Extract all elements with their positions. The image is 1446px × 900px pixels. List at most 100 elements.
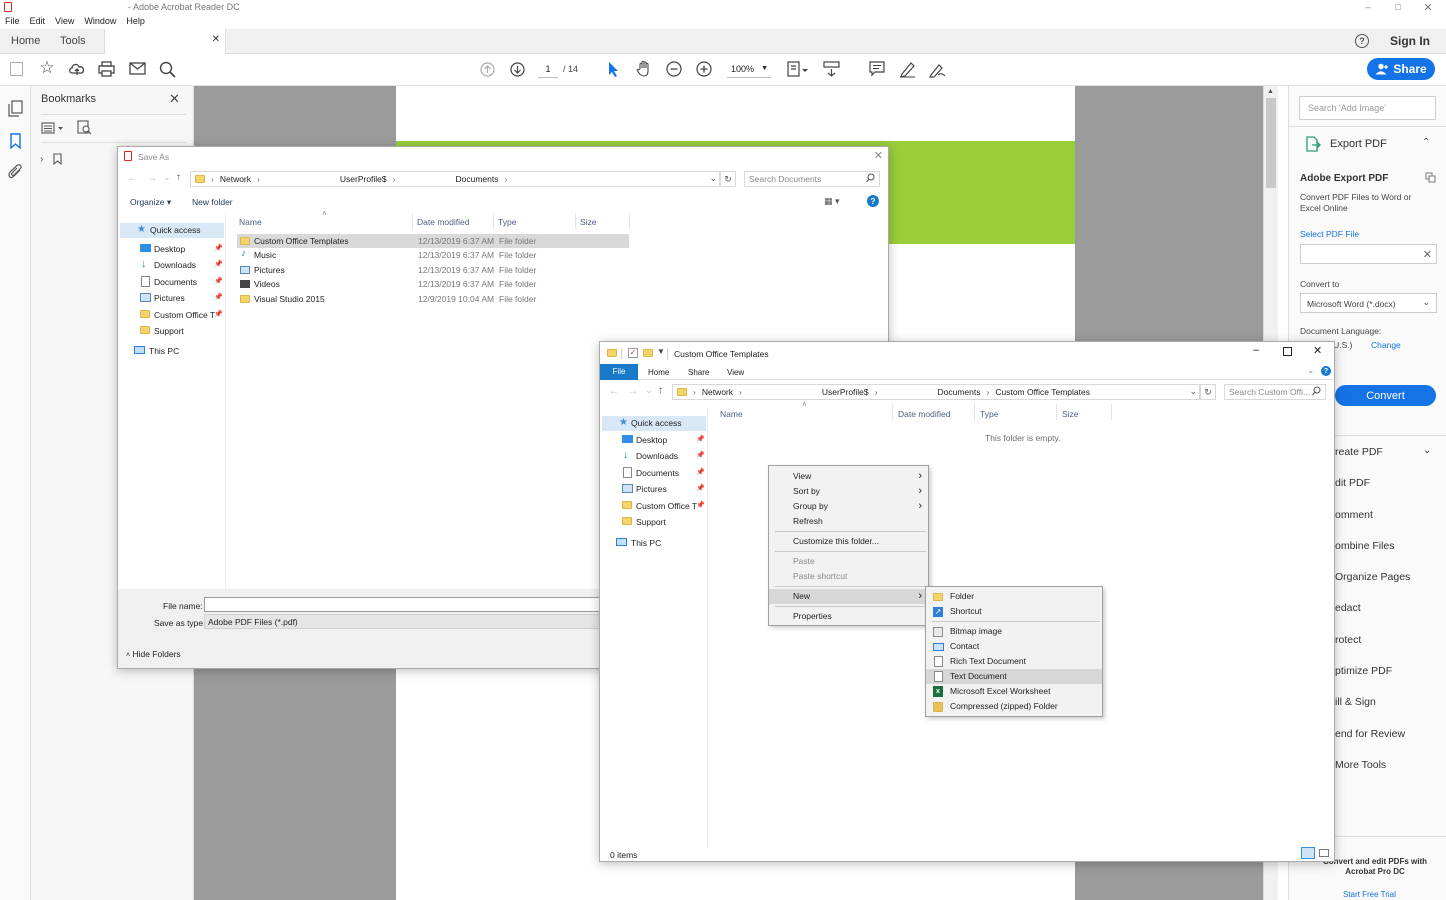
dropdown-icon[interactable]: ⌄ (163, 172, 171, 183)
menu-file[interactable]: File (5, 16, 20, 26)
next-page-icon[interactable] (510, 62, 525, 77)
menu-edit[interactable]: Edit (30, 16, 46, 26)
minimize-icon[interactable]: – (1253, 344, 1259, 356)
convert-button[interactable]: Convert (1335, 385, 1436, 406)
change-language-link[interactable]: Change (1371, 340, 1401, 350)
new-zip-item[interactable]: Compressed (zipped) Folder (926, 699, 1102, 714)
chevron-down-icon[interactable]: ⌄ (1189, 386, 1197, 397)
dropdown-icon[interactable]: ⌄ (645, 385, 653, 396)
selected-file-field[interactable]: ✕ (1300, 244, 1437, 264)
pin-icon[interactable]: 📌 (214, 293, 223, 301)
new-excel-item[interactable]: x Microsoft Excel Worksheet (926, 684, 1102, 699)
pin-icon[interactable]: 📌 (214, 244, 223, 252)
scroll-mode-icon[interactable] (823, 61, 840, 78)
properties-quick-icon[interactable]: ✓ (628, 348, 638, 358)
tools-search-input[interactable]: Search 'Add Image' (1299, 96, 1436, 120)
menu-item-customize[interactable]: Customize this folder... (769, 534, 928, 549)
select-pdf-file-link[interactable]: Select PDF File (1300, 229, 1359, 239)
column-name[interactable]: Name (239, 217, 262, 227)
email-icon[interactable] (129, 62, 146, 75)
print-icon[interactable] (98, 61, 115, 77)
table-row[interactable]: Custom Office Templates 12/13/2019 6:37 … (237, 234, 629, 249)
help-icon[interactable]: ? (1355, 34, 1369, 48)
bookmark-panel-icon[interactable] (10, 133, 21, 149)
pin-icon[interactable]: 📌 (696, 468, 705, 476)
new-folder-quick-icon[interactable] (643, 349, 653, 357)
new-contact-item[interactable]: Contact (926, 639, 1102, 654)
close-tab-icon[interactable]: ✕ (212, 34, 220, 45)
menu-item-properties[interactable]: Properties (769, 609, 928, 624)
sign-in-link[interactable]: Sign In (1390, 34, 1430, 48)
share-button[interactable]: Share (1367, 58, 1435, 80)
search-folder-input[interactable]: Search Custom Offi... (1224, 384, 1326, 400)
previous-page-icon[interactable] (480, 62, 495, 77)
nav-pictures[interactable]: Pictures 📌 (118, 290, 226, 306)
attachments-icon[interactable] (8, 164, 23, 180)
page-thumbnails-icon[interactable] (8, 100, 23, 117)
close-panel-icon[interactable]: ✕ (169, 91, 180, 107)
close-icon[interactable]: ✕ (1313, 344, 1322, 357)
highlight-pen-icon[interactable] (899, 61, 916, 78)
tool-send-for-review[interactable]: end for Review (1335, 728, 1445, 759)
address-bar[interactable]: › Network › UserProfile$ › Documents › ⌄ (190, 171, 720, 187)
maximize-icon[interactable]: □ (1392, 1, 1404, 13)
nav-downloads[interactable]: ↓ Downloads 📌 (118, 257, 226, 273)
save-type-select[interactable]: Adobe PDF Files (*.pdf) (204, 614, 604, 629)
ribbon-tab-view[interactable]: View (727, 368, 744, 377)
nav-desktop[interactable]: Desktop 📌 (600, 432, 708, 448)
back-arrow-icon[interactable]: ← (609, 386, 619, 397)
menu-item-new[interactable]: New › (769, 589, 928, 604)
menu-help[interactable]: Help (126, 16, 145, 26)
bookmark-options-icon[interactable] (41, 122, 65, 134)
new-folder-item[interactable]: Folder (926, 589, 1102, 604)
chevron-up-icon[interactable]: ⌃ (1422, 137, 1430, 148)
upload-cloud-icon[interactable] (68, 61, 86, 77)
free-trial-link[interactable]: Start Free Trial (1343, 890, 1396, 899)
hide-folders-button[interactable]: ˄ Hide Folders (126, 649, 181, 659)
clear-icon[interactable]: ✕ (1423, 248, 1432, 261)
table-row[interactable]: Pictures 12/13/2019 6:37 AM File folder (237, 263, 629, 277)
close-icon[interactable]: ✕ (874, 149, 883, 162)
column-type[interactable]: Type (980, 409, 998, 419)
forward-arrow-icon[interactable]: → (147, 173, 157, 184)
chevron-down-icon[interactable]: ⌄ (709, 173, 717, 184)
page-number-input[interactable]: 1 (538, 62, 558, 78)
close-icon[interactable]: ✕ (1422, 1, 1434, 14)
pin-icon[interactable]: 📌 (696, 451, 705, 459)
nav-this-pc[interactable]: This PC (118, 344, 226, 359)
nav-desktop[interactable]: Desktop 📌 (118, 241, 226, 257)
nav-custom-office[interactable]: Custom Office T 📌 (600, 498, 708, 514)
pin-icon[interactable]: 📌 (696, 484, 705, 492)
nav-support[interactable]: Support (600, 514, 708, 530)
up-arrow-icon[interactable]: ↑ (176, 172, 181, 183)
forward-arrow-icon[interactable]: → (628, 386, 638, 397)
breadcrumb-userprofile[interactable]: UserProfile$ (822, 387, 869, 397)
back-arrow-icon[interactable]: ← (127, 173, 137, 184)
convert-format-select[interactable]: Microsoft Word (*.docx) ⌄ (1300, 293, 1437, 313)
help-icon[interactable]: ? (867, 195, 879, 207)
zoom-in-icon[interactable] (696, 61, 712, 77)
tab-tools[interactable]: Tools (60, 35, 86, 47)
menu-window[interactable]: Window (84, 16, 116, 26)
find-bookmark-icon[interactable] (77, 120, 92, 135)
tool-create-pdf[interactable]: reate PDF ⌄ (1335, 445, 1445, 477)
nav-downloads[interactable]: ↓ Downloads 📌 (600, 448, 708, 464)
search-zoom-icon[interactable] (159, 61, 176, 78)
menu-item-sort-by[interactable]: Sort by › (769, 484, 928, 499)
expand-chevron-icon[interactable]: › (40, 154, 43, 165)
expand-ribbon-icon[interactable]: ⌄ (1307, 365, 1315, 376)
save-icon[interactable] (10, 62, 23, 76)
zoom-level-select[interactable]: 100% ▼ (727, 62, 771, 78)
nav-custom-office[interactable]: Custom Office T 📌 (118, 307, 226, 323)
tab-home[interactable]: Home (11, 35, 40, 47)
breadcrumb-network[interactable]: Network (702, 387, 733, 397)
breadcrumb-documents[interactable]: Documents (456, 174, 499, 184)
table-row[interactable]: ♪ Music 12/13/2019 6:37 AM File folder (237, 248, 629, 262)
tab-document[interactable]: ✕ (104, 29, 226, 55)
table-row[interactable]: Visual Studio 2015 12/9/2019 10:04 AM Fi… (237, 292, 629, 306)
file-name-input[interactable] (204, 597, 604, 612)
sign-icon[interactable] (929, 61, 946, 78)
customize-quick-access-icon[interactable]: ▼ (657, 347, 665, 356)
view-options-icon[interactable]: ▦ ▾ (824, 196, 840, 207)
column-type[interactable]: Type (498, 217, 516, 227)
